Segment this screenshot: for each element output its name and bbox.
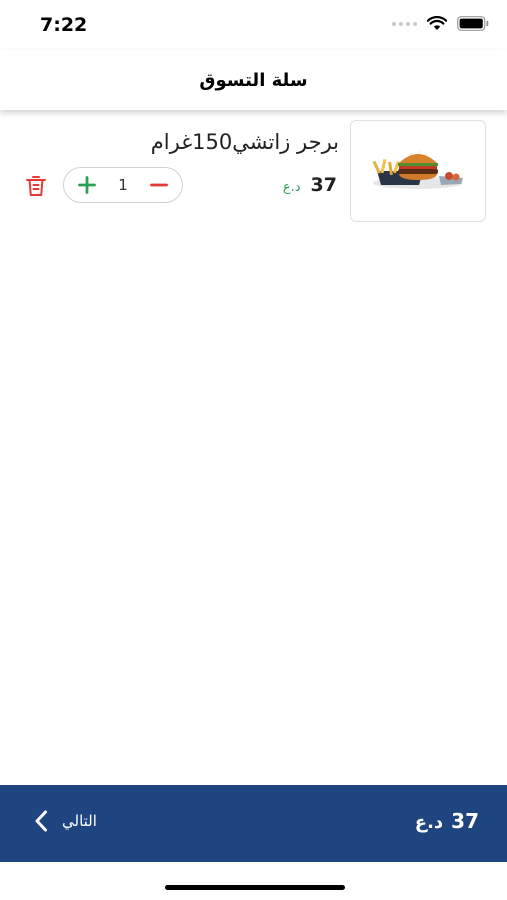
quantity-value: 1 [118, 176, 128, 194]
navigation-bar: سلة التسوق [0, 50, 507, 110]
price-currency: د.ع [282, 180, 301, 195]
decrease-quantity-button[interactable] [145, 171, 173, 199]
increase-quantity-button[interactable] [73, 171, 101, 199]
total-value: 37 [451, 809, 479, 833]
product-name: برجر زاتشي150غرام [150, 130, 339, 154]
chevron-left-icon [35, 810, 47, 832]
plus-icon [77, 176, 96, 194]
checkout-bar: التالي د.ع 37 [0, 785, 507, 862]
quantity-stepper: 1 [63, 167, 183, 203]
total-currency: د.ع [414, 812, 444, 833]
wifi-icon [427, 16, 447, 30]
status-time: 7:22 [40, 14, 88, 36]
battery-icon [457, 16, 489, 31]
page-title: سلة التسوق [199, 69, 308, 91]
home-indicator [165, 885, 345, 890]
burger-image [372, 151, 463, 189]
signal-icon [392, 21, 417, 26]
next-button[interactable]: التالي [34, 809, 97, 833]
minus-icon [150, 183, 169, 187]
price-value: 37 [310, 174, 337, 196]
status-bar: 7:22 [0, 0, 507, 50]
cart-item: برجر زاتشي150غرام د.ع 37 1 [0, 120, 507, 225]
delete-item-button[interactable] [24, 174, 48, 198]
trash-icon [26, 176, 46, 196]
product-image[interactable] [350, 120, 486, 222]
next-label: التالي [62, 812, 97, 830]
status-icons [392, 16, 489, 31]
total-amount: د.ع 37 [415, 809, 479, 833]
product-price: د.ع 37 [283, 174, 337, 196]
